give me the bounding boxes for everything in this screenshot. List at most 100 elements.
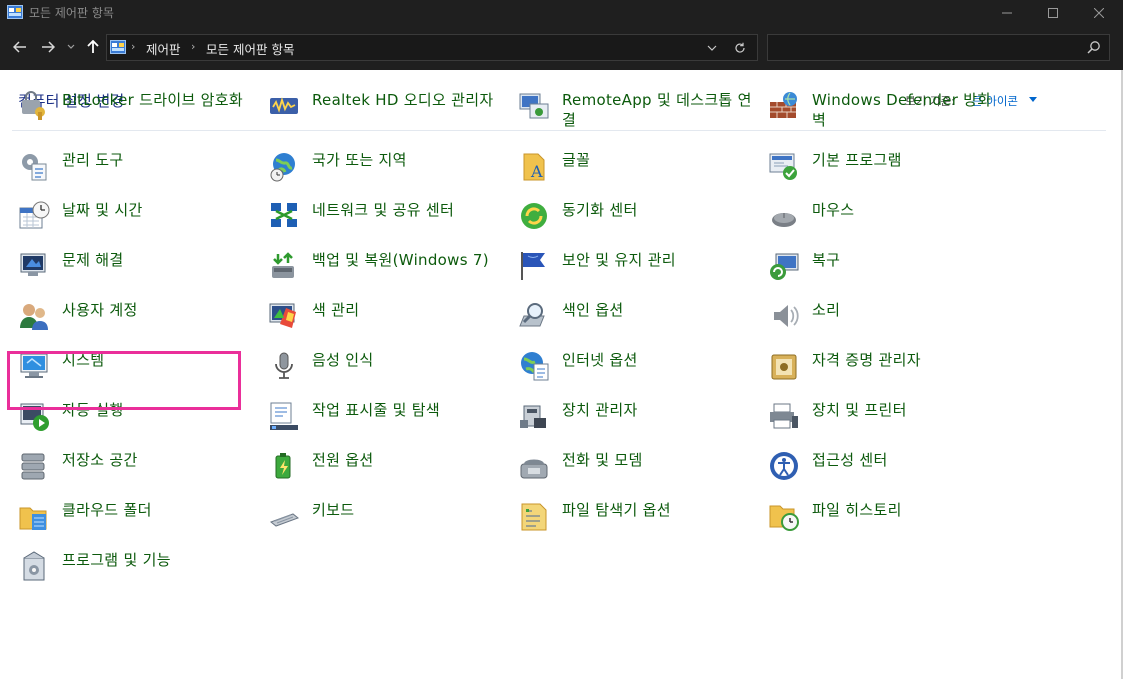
control-panel-item[interactable]: Windows Defender 방화벽: [768, 90, 1008, 136]
control-panel-item-label: 국가 또는 지역: [312, 151, 407, 169]
breadcrumb-control-panel[interactable]: 제어판: [146, 39, 181, 58]
control-panel-item[interactable]: 보안 및 유지 관리: [518, 250, 758, 296]
control-panel-item[interactable]: 파일 히스토리: [768, 500, 1008, 546]
control-panel-item[interactable]: 파일 탐색기 옵션: [518, 500, 758, 546]
control-panel-item-label: 복구: [812, 251, 841, 269]
control-panel-item-label: 백업 및 복원(Windows 7): [312, 251, 489, 269]
control-panel-item[interactable]: 소리: [768, 300, 1008, 346]
control-panel-item[interactable]: 장치 및 프린터: [768, 400, 1008, 446]
control-panel-item[interactable]: 전원 옵션: [268, 450, 508, 496]
control-panel-item-label: 시스템: [62, 351, 105, 369]
arrow-up-icon: [87, 40, 99, 53]
devices-printers-icon: [770, 403, 798, 429]
ease-of-access-icon: [770, 452, 798, 480]
search-icon[interactable]: [1087, 40, 1101, 54]
control-panel-item[interactable]: 네트워크 및 공유 센터: [268, 200, 508, 246]
control-panel-item-label: 자격 증명 관리자: [812, 351, 921, 369]
control-panel-item[interactable]: Realtek HD 오디오 관리자: [268, 90, 508, 136]
close-button[interactable]: [1076, 0, 1122, 26]
user-accounts-icon: [20, 304, 48, 330]
breadcrumb-all-items[interactable]: 모든 제어판 항목: [206, 39, 294, 58]
control-panel-item[interactable]: 백업 및 복원(Windows 7): [268, 250, 508, 296]
maximize-button[interactable]: [1030, 0, 1076, 26]
control-panel-item[interactable]: 장치 관리자: [518, 400, 758, 446]
control-panel-item-label: 저장소 공간: [62, 451, 138, 469]
control-panel-item-label: 클라우드 폴더: [62, 501, 152, 519]
chevron-down-icon: [707, 45, 717, 51]
sound-icon: [774, 305, 799, 327]
admin-tools-icon: [22, 154, 47, 181]
control-panel-item[interactable]: 저장소 공간: [18, 450, 258, 496]
control-panel-item[interactable]: 프로그램 및 기능: [18, 550, 258, 596]
control-panel-item[interactable]: 색 관리: [268, 300, 508, 346]
control-panel-item[interactable]: 전화 및 모뎀: [518, 450, 758, 496]
control-panel-item[interactable]: 관리 도구: [18, 150, 258, 196]
control-panel-item[interactable]: 국가 또는 지역: [268, 150, 508, 196]
control-panel-item[interactable]: 날짜 및 시간: [18, 200, 258, 246]
control-panel-item-label: 소리: [812, 301, 841, 319]
breadcrumb-separator-icon: ›: [191, 40, 196, 53]
device-manager-icon: [520, 405, 546, 428]
control-panel-item[interactable]: 음성 인식: [268, 350, 508, 396]
phone-modem-icon: [520, 459, 548, 479]
fonts-icon: A: [523, 153, 545, 181]
search-input[interactable]: [774, 38, 1074, 57]
control-panel-item[interactable]: 작업 표시줄 및 탐색: [268, 400, 508, 446]
control-panel-item[interactable]: 접근성 센터: [768, 450, 1008, 496]
control-panel-item-label: 글꼴: [562, 151, 591, 169]
back-button[interactable]: [10, 36, 30, 58]
remoteapp-icon: [519, 93, 549, 119]
search-box[interactable]: [767, 34, 1110, 61]
control-panel-item-label: Realtek HD 오디오 관리자: [312, 91, 494, 109]
address-bar[interactable]: › 제어판 › 모든 제어판 항목: [106, 34, 758, 61]
recent-locations-button[interactable]: [64, 36, 78, 58]
control-panel-item-label: 자동 실행: [62, 401, 124, 419]
control-panel-item[interactable]: 사용자 계정: [18, 300, 258, 346]
control-panel-item-label: BitLocker 드라이브 암호화: [62, 91, 243, 109]
mouse-icon: [772, 213, 796, 227]
control-panel-item-label: 프로그램 및 기능: [62, 551, 171, 569]
control-panel-item[interactable]: 문제 해결: [18, 250, 258, 296]
control-panel-item[interactable]: A 글꼴: [518, 150, 758, 196]
control-panel-item[interactable]: 마우스: [768, 200, 1008, 246]
network-icon: [271, 203, 297, 227]
recovery-icon: [770, 253, 799, 280]
control-panel-item-label: 장치 및 프린터: [812, 401, 907, 419]
control-panel-icon: [7, 5, 23, 19]
region-icon: [270, 153, 295, 182]
control-panel-item[interactable]: BitLocker 드라이브 암호화: [18, 90, 258, 136]
control-panel-item[interactable]: 자격 증명 관리자: [768, 350, 1008, 396]
date-time-icon: [19, 201, 50, 229]
window-title: 모든 제어판 항목: [29, 6, 114, 20]
control-panel-icon: [110, 40, 126, 54]
file-history-icon: [769, 505, 799, 531]
control-panel-item[interactable]: 클라우드 폴더: [18, 500, 258, 546]
control-panel-item[interactable]: 인터넷 옵션: [518, 350, 758, 396]
work-folders-icon: [19, 507, 47, 530]
minimize-button[interactable]: [984, 0, 1030, 26]
control-panel-item[interactable]: RemoteApp 및 데스크톱 연결: [518, 90, 758, 136]
bitlocker-icon: [22, 91, 45, 120]
control-panel-item-label: 네트워크 및 공유 센터: [312, 201, 455, 219]
control-panel-item[interactable]: 기본 프로그램: [768, 150, 1008, 196]
control-panel-item[interactable]: 복구: [768, 250, 1008, 296]
address-dropdown-button[interactable]: [701, 35, 723, 60]
forward-button[interactable]: [38, 36, 58, 58]
speech-recognition-icon: [275, 352, 293, 379]
up-button[interactable]: [84, 36, 102, 58]
control-panel-item[interactable]: 키보드: [268, 500, 508, 546]
control-panel-item[interactable]: 자동 실행: [18, 400, 258, 446]
file-explorer-options-icon: [521, 503, 547, 531]
control-panel-item[interactable]: 동기화 센터: [518, 200, 758, 246]
control-panel-item[interactable]: 시스템: [18, 350, 258, 396]
control-panel-item[interactable]: 색인 옵션: [518, 300, 758, 346]
control-panel-item-label: 마우스: [812, 201, 855, 219]
control-panel-item-label: 사용자 계정: [62, 301, 138, 319]
control-panel-item-label: 기본 프로그램: [812, 151, 902, 169]
maximize-icon: [1048, 8, 1058, 18]
control-panel-item-label: RemoteApp 및 데스크톱 연결: [562, 91, 752, 129]
dropdown-triangle-icon[interactable]: [1029, 97, 1037, 102]
control-panel-item-label: 인터넷 옵션: [562, 351, 638, 369]
refresh-button[interactable]: [727, 35, 753, 60]
realtek-audio-icon: [270, 97, 298, 114]
